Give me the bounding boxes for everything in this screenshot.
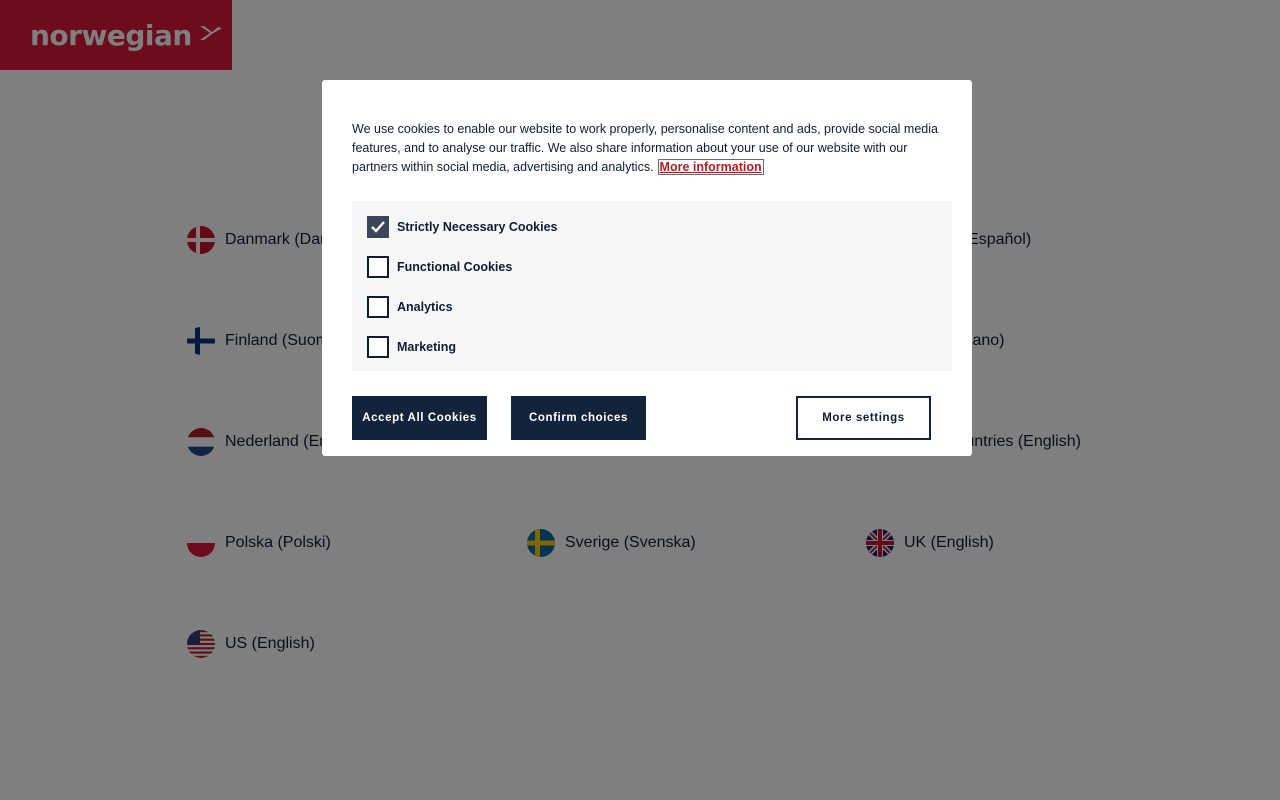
- option-label: Marketing: [397, 340, 457, 354]
- option-marketing[interactable]: Marketing: [367, 336, 937, 358]
- strictly-necessary-checkbox[interactable]: [367, 216, 389, 238]
- cookie-description-text: We use cookies to enable our website to …: [352, 122, 938, 174]
- confirm-choices-button[interactable]: Confirm choices: [511, 396, 646, 440]
- option-label: Functional Cookies: [397, 260, 513, 274]
- checkmark-icon: [371, 221, 385, 233]
- option-functional[interactable]: Functional Cookies: [367, 256, 937, 278]
- option-strictly-necessary[interactable]: Strictly Necessary Cookies: [367, 216, 937, 238]
- option-label: Strictly Necessary Cookies: [397, 220, 558, 234]
- more-information-link[interactable]: More information: [657, 159, 764, 175]
- cookie-options-panel: Strictly Necessary Cookies Functional Co…: [352, 201, 952, 371]
- cookie-consent-dialog: We use cookies to enable our website to …: [322, 80, 972, 456]
- accept-all-cookies-button[interactable]: Accept All Cookies: [352, 396, 487, 440]
- option-analytics[interactable]: Analytics: [367, 296, 937, 318]
- analytics-checkbox[interactable]: [367, 296, 389, 318]
- functional-checkbox[interactable]: [367, 256, 389, 278]
- marketing-checkbox[interactable]: [367, 336, 389, 358]
- more-settings-button[interactable]: More settings: [796, 396, 931, 440]
- option-label: Analytics: [397, 300, 453, 314]
- cookie-description: We use cookies to enable our website to …: [352, 120, 942, 177]
